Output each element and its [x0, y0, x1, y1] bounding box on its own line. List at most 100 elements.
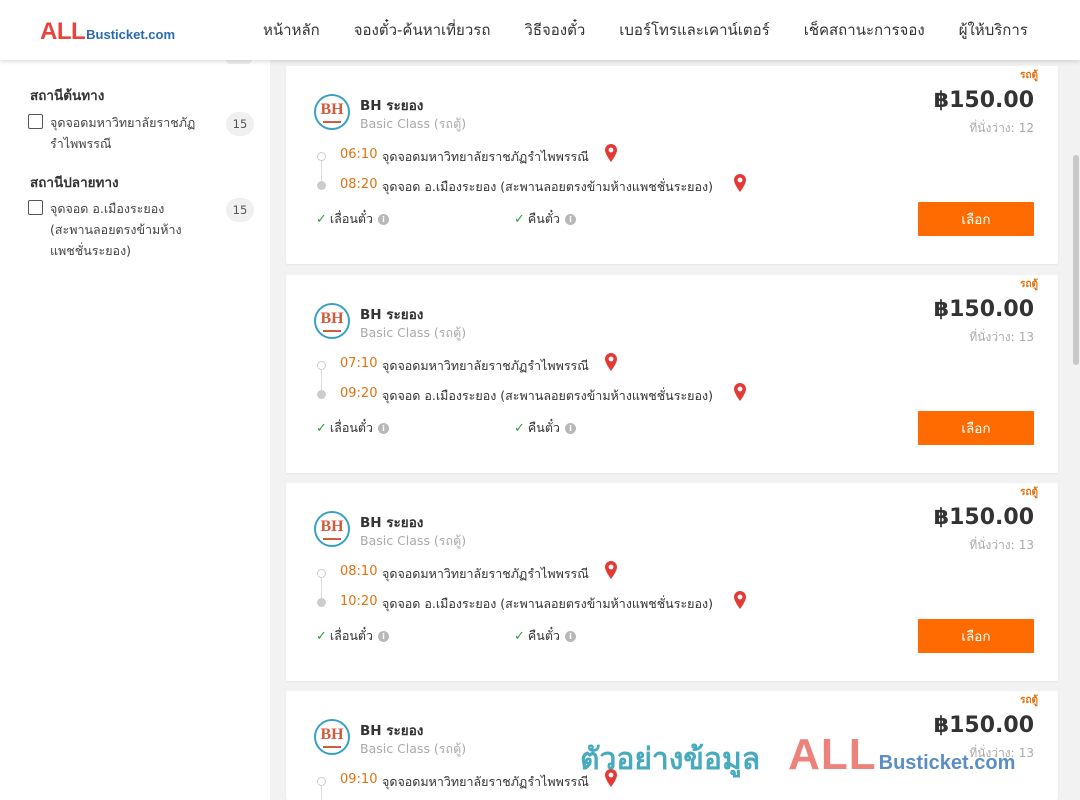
scrollbar-thumb[interactable]: [1073, 155, 1079, 365]
seats-count: 13: [1018, 330, 1034, 344]
nav-book-search[interactable]: จองตั๋ว-ค้นหาเที่ยวรถ: [337, 18, 508, 42]
refund-label: คืนตั๋ว: [527, 420, 560, 435]
operator-logo-text: BH: [320, 101, 344, 118]
route-line: [321, 578, 322, 598]
trip-card: รถตู้ BH BH ระยอง Basic Class (รถตู้) ฿1…: [286, 66, 1058, 264]
operator-name: BH ระยอง: [360, 98, 424, 114]
reschedule-feature: ✓ เลื่อนตั๋ว i: [316, 626, 390, 646]
operator-name: BH ระยอง: [360, 515, 424, 531]
nav-booking-status[interactable]: เช็คสถานะการจอง: [787, 18, 942, 42]
map-pin-icon[interactable]: [734, 591, 746, 609]
bus-class: Basic Class (รถตู้): [360, 533, 467, 548]
seats-count: 13: [1018, 746, 1034, 760]
arrival-time: 09:20: [340, 386, 378, 401]
check-icon: ✓: [316, 211, 327, 227]
reschedule-label: เลื่อนตั๋ว: [329, 420, 374, 435]
reschedule-feature: ✓ เลื่อนตั๋ว i: [316, 209, 390, 229]
info-icon[interactable]: i: [564, 213, 576, 225]
select-trip-button[interactable]: เลือก: [918, 202, 1034, 236]
page-scrollbar[interactable]: [1072, 60, 1080, 800]
operator-logo: BH: [314, 303, 350, 339]
trip-price: ฿150.00: [933, 297, 1034, 322]
check-icon: ✓: [514, 420, 525, 436]
map-pin-icon[interactable]: [605, 561, 617, 579]
origin-option-count: 15: [226, 112, 254, 136]
origin-option-label[interactable]: จุดจอดมหาวิทยาลัยราชภัฏรำไพพรรณี: [50, 112, 210, 154]
bus-class: Basic Class (รถตู้): [360, 741, 467, 756]
departure-dot-icon: [317, 361, 326, 370]
origin-filter-title: สถานีต้นทาง: [30, 88, 105, 104]
info-icon[interactable]: i: [378, 213, 390, 225]
arrival-time: 10:20: [340, 594, 378, 609]
refund-label: คืนตั๋ว: [527, 211, 560, 226]
trip-card: รถตู้ BH BH ระยอง Basic Class (รถตู้) ฿1…: [286, 483, 1058, 681]
seats-label: ที่นั่งว่าง:: [969, 746, 1015, 760]
operator-logo: BH: [314, 94, 350, 130]
departure-time: 07:10: [340, 356, 378, 371]
map-pin-icon[interactable]: [734, 174, 746, 192]
arrival-stop: จุดจอด อ.เมืองระยอง (สะพานลอยตรงข้ามห้าง…: [382, 596, 713, 611]
departure-dot-icon: [317, 569, 326, 578]
bus-class: Basic Class (รถตู้): [360, 116, 467, 131]
trip-card: รถตู้ BH BH ระยอง Basic Class (รถตู้) ฿1…: [286, 275, 1058, 473]
nav-home[interactable]: หน้าหลัก: [246, 18, 337, 42]
arrival-dot-icon: [317, 390, 326, 399]
arrival-dot-icon: [317, 181, 326, 190]
departure-time: 09:10: [340, 772, 378, 787]
map-pin-icon[interactable]: [605, 144, 617, 162]
destination-option-label[interactable]: จุดจอด อ.เมืองระยอง (สะพานลอยตรงข้ามห้าง…: [50, 198, 210, 261]
select-trip-button[interactable]: เลือก: [918, 619, 1034, 653]
route-line: [321, 786, 322, 800]
info-icon[interactable]: i: [378, 630, 390, 642]
sidebar-divider: [226, 60, 252, 64]
seats-available: ที่นั่งว่าง: 13: [969, 744, 1034, 763]
arrival-time: 08:20: [340, 177, 378, 192]
departure-stop: จุดจอดมหาวิทยาลัยราชภัฏรำไพพรรณี: [382, 149, 589, 164]
reschedule-label: เลื่อนตั๋ว: [329, 628, 374, 643]
refund-feature: ✓ คืนตั๋ว i: [514, 418, 576, 438]
operator-logo-underline: [323, 330, 341, 332]
site-logo[interactable]: ALL Busticket.com: [40, 18, 175, 46]
nav-how-to-book[interactable]: วิธีจองตั๋ว: [507, 18, 602, 42]
check-icon: ✓: [316, 420, 327, 436]
operator-logo: BH: [314, 511, 350, 547]
route-line: [321, 370, 322, 390]
seats-available: ที่นั่งว่าง: 13: [969, 536, 1034, 555]
origin-checkbox[interactable]: [28, 114, 43, 129]
operator-logo: BH: [314, 719, 350, 755]
arrival-stop: จุดจอด อ.เมืองระยอง (สะพานลอยตรงข้ามห้าง…: [382, 388, 713, 403]
departure-time: 06:10: [340, 147, 378, 162]
seats-label: ที่นั่งว่าง:: [969, 330, 1015, 344]
trip-price: ฿150.00: [933, 713, 1034, 738]
map-pin-icon[interactable]: [605, 353, 617, 371]
refund-label: คืนตั๋ว: [527, 628, 560, 643]
vehicle-type-badge: รถตู้: [1020, 695, 1038, 706]
departure-dot-icon: [317, 777, 326, 786]
arrival-stop: จุดจอด อ.เมืองระยอง (สะพานลอยตรงข้ามห้าง…: [382, 179, 713, 194]
select-trip-button[interactable]: เลือก: [918, 411, 1034, 445]
vehicle-type-badge: รถตู้: [1020, 70, 1038, 81]
filter-sidebar: สถานีต้นทาง จุดจอดมหาวิทยาลัยราชภัฏรำไพพ…: [0, 60, 270, 800]
reschedule-feature: ✓ เลื่อนตั๋ว i: [316, 418, 390, 438]
check-icon: ✓: [514, 628, 525, 644]
departure-stop: จุดจอดมหาวิทยาลัยราชภัฏรำไพพรรณี: [382, 358, 589, 373]
operator-logo-underline: [323, 746, 341, 748]
info-icon[interactable]: i: [564, 422, 576, 434]
nav-operators[interactable]: ผู้ให้บริการ: [942, 18, 1045, 42]
destination-filter-title: สถานีปลายทาง: [30, 175, 119, 191]
logo-all-text: ALL: [40, 18, 86, 45]
seats-label: ที่นั่งว่าง:: [969, 538, 1015, 552]
bus-class: Basic Class (รถตู้): [360, 325, 467, 340]
map-pin-icon[interactable]: [734, 383, 746, 401]
refund-feature: ✓ คืนตั๋ว i: [514, 209, 576, 229]
operator-logo-text: BH: [320, 310, 344, 327]
seats-count: 12: [1018, 121, 1034, 135]
destination-checkbox[interactable]: [28, 200, 43, 215]
operator-logo-text: BH: [320, 726, 344, 743]
info-icon[interactable]: i: [564, 630, 576, 642]
site-header: ALL Busticket.com หน้าหลัก จองตั๋ว-ค้นหา…: [0, 0, 1080, 60]
nav-phone-counter[interactable]: เบอร์โทรและเคาน์เตอร์: [602, 18, 786, 42]
vehicle-type-badge: รถตู้: [1020, 279, 1038, 290]
map-pin-icon[interactable]: [605, 769, 617, 787]
info-icon[interactable]: i: [378, 422, 390, 434]
